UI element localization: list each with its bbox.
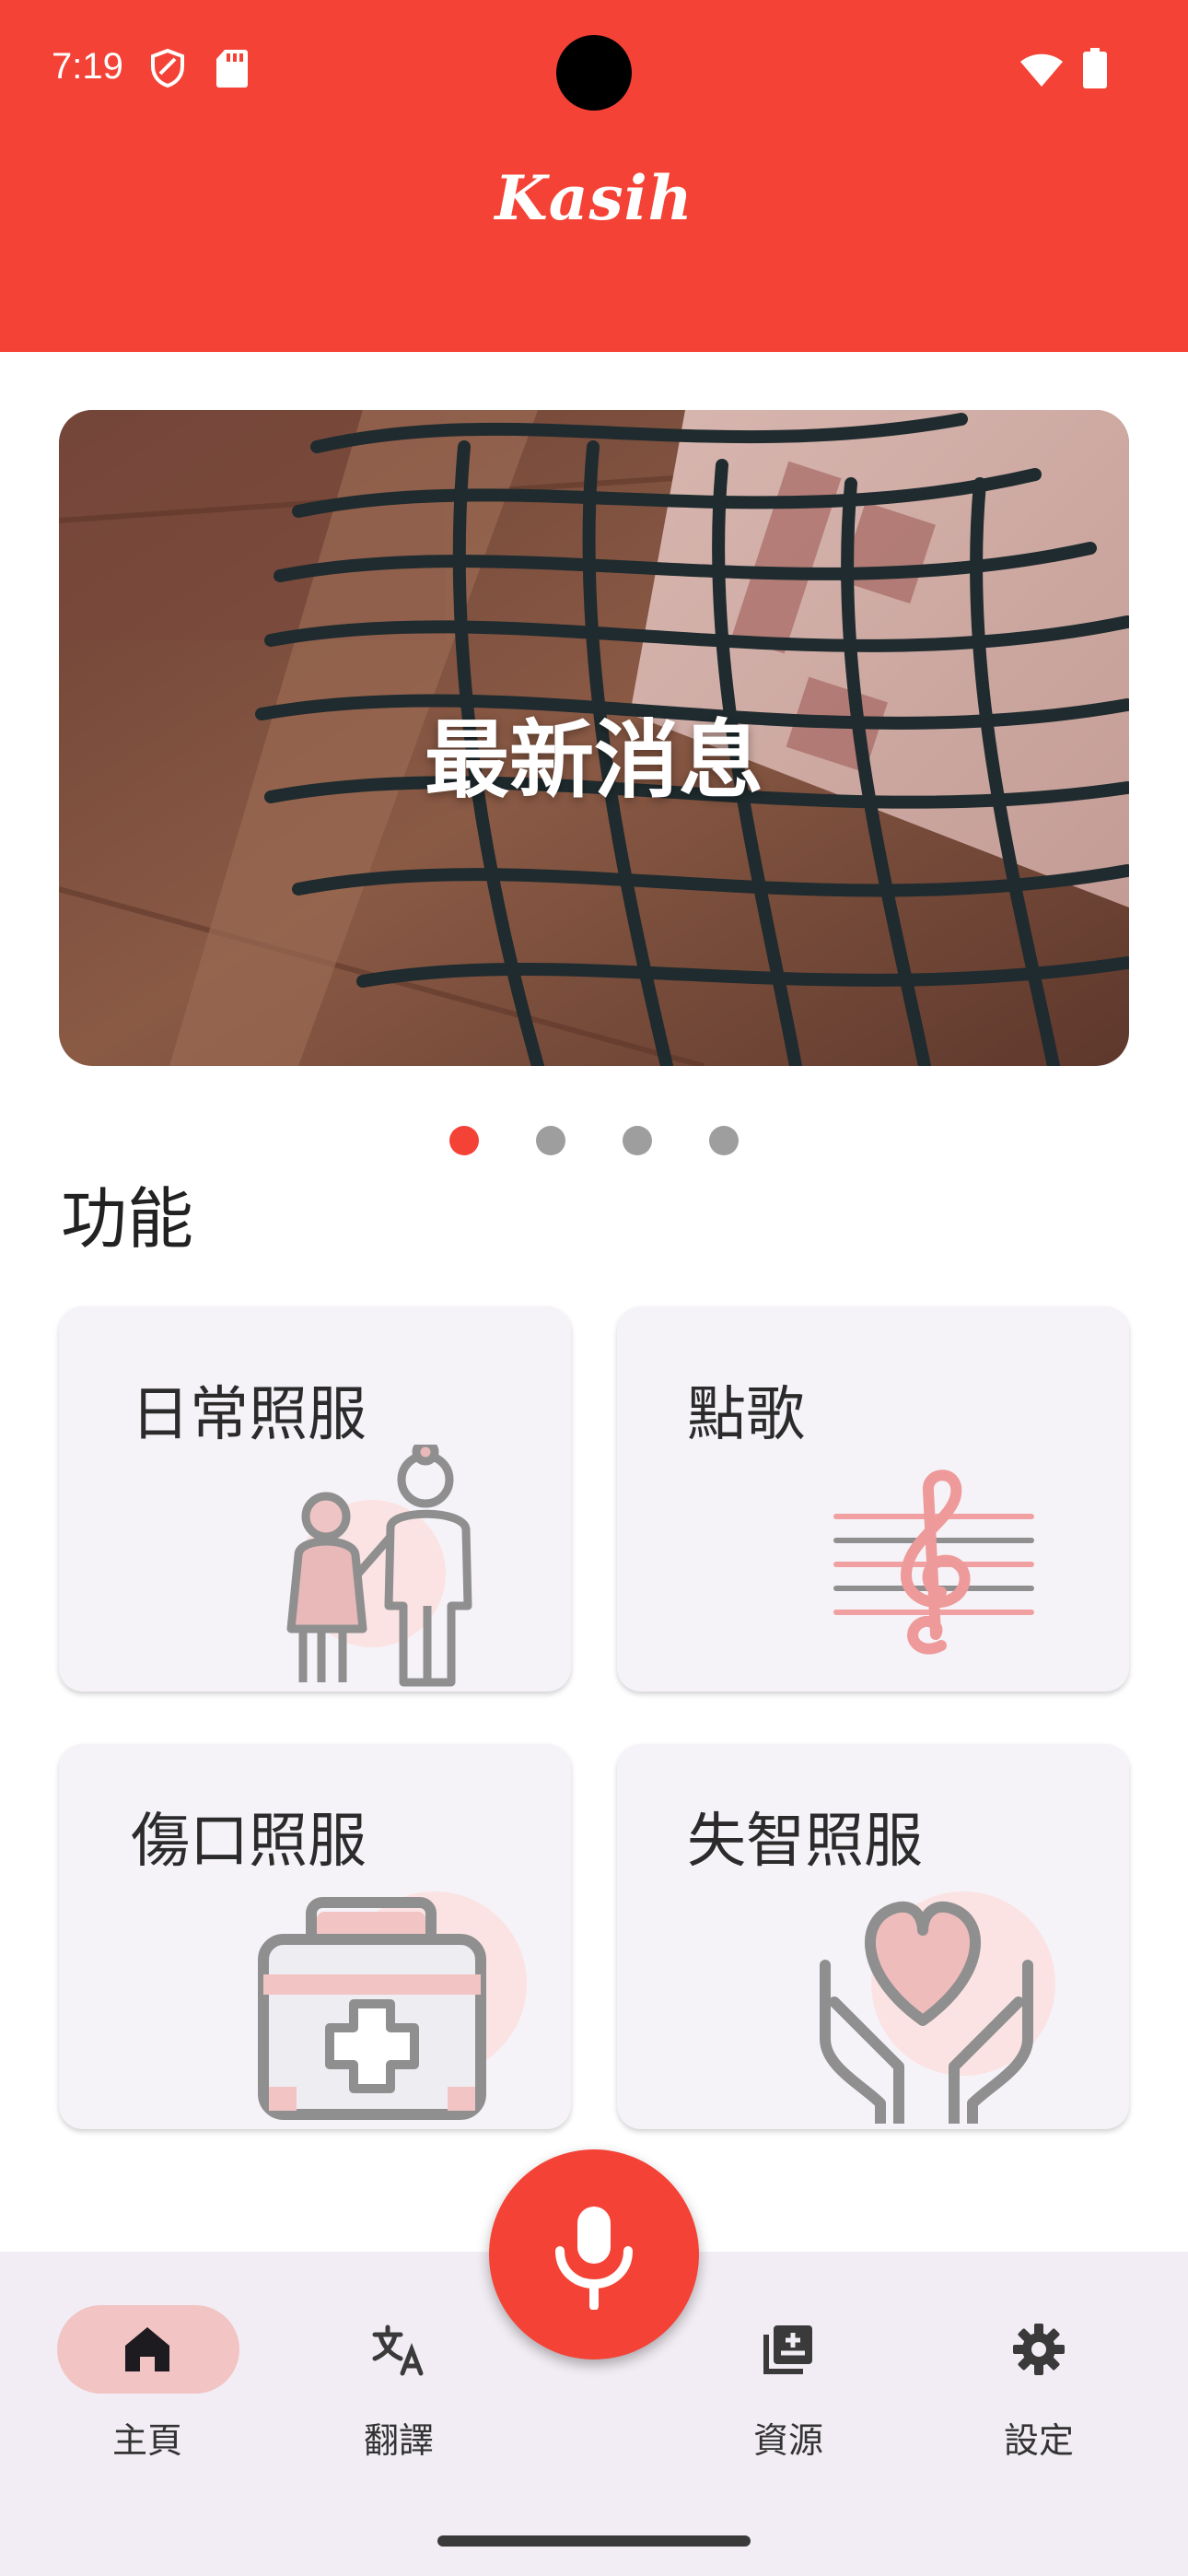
section-title: 功能 bbox=[61, 1180, 194, 1258]
library-add-icon bbox=[763, 2325, 812, 2374]
music-note-icon bbox=[833, 1469, 1034, 1655]
nav-label: 資源 bbox=[752, 2420, 823, 2461]
card-wound-care[interactable]: 傷口照服 bbox=[59, 1744, 571, 2129]
nav-item-resources[interactable]: 資源 bbox=[678, 2252, 899, 2461]
settings-icon bbox=[1013, 2324, 1065, 2375]
microphone-icon bbox=[555, 2207, 633, 2310]
card-daily-care[interactable]: 日常照服 bbox=[59, 1306, 571, 1692]
battery-icon bbox=[1083, 48, 1107, 88]
wifi-icon bbox=[1020, 53, 1063, 87]
home-icon bbox=[125, 2327, 169, 2371]
app-bar: 7:19 Kasih bbox=[0, 0, 1188, 352]
camera-cutout bbox=[556, 35, 632, 111]
nav-label: 主頁 bbox=[111, 2420, 182, 2461]
page-dot-1[interactable] bbox=[449, 1126, 479, 1155]
page-dot-2[interactable] bbox=[536, 1126, 565, 1155]
nav-item-settings[interactable]: 設定 bbox=[928, 2252, 1149, 2461]
nav-item-translate[interactable]: 翻譯 bbox=[288, 2252, 509, 2461]
card-label: 點歌 bbox=[687, 1381, 805, 1449]
card-label: 日常照服 bbox=[131, 1381, 367, 1449]
page-dot-3[interactable] bbox=[623, 1126, 652, 1155]
voice-input-button[interactable] bbox=[489, 2149, 699, 2359]
first-aid-kit-icon bbox=[258, 1891, 527, 2120]
page-dot-4[interactable] bbox=[709, 1126, 739, 1155]
shield-icon bbox=[151, 48, 184, 88]
sd-card-icon bbox=[216, 50, 248, 88]
nav-item-home[interactable]: 主頁 bbox=[37, 2252, 258, 2461]
banner-title: 最新消息 bbox=[424, 711, 763, 810]
elderly-care-icon bbox=[286, 1445, 472, 1687]
news-banner[interactable]: 最新消息 bbox=[59, 410, 1129, 1066]
heart-hands-icon bbox=[820, 1891, 1055, 2124]
card-label: 失智照服 bbox=[687, 1808, 923, 1876]
card-dementia-care[interactable]: 失智照服 bbox=[617, 1744, 1129, 2129]
home-indicator[interactable] bbox=[437, 2535, 751, 2547]
nav-label: 設定 bbox=[1003, 2420, 1074, 2461]
card-label: 傷口照服 bbox=[131, 1808, 367, 1876]
banner-page-indicator bbox=[0, 1126, 1188, 1157]
card-song-request[interactable]: 點歌 bbox=[617, 1306, 1129, 1692]
translate-icon bbox=[372, 2324, 424, 2376]
nav-label: 翻譯 bbox=[363, 2420, 434, 2461]
status-time: 7:19 bbox=[52, 46, 123, 87]
app-title: Kasih bbox=[495, 162, 693, 234]
